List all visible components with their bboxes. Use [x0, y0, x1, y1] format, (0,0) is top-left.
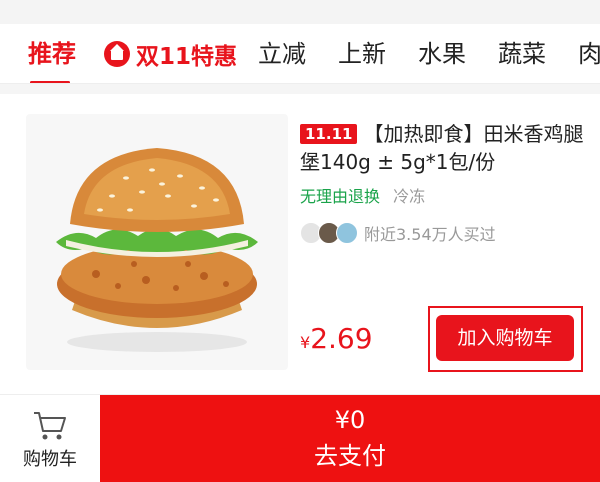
tab-discount[interactable]: 立减	[258, 40, 306, 68]
shop-icon	[104, 41, 130, 67]
category-tabs: 推荐 双11特惠 立减 上新 水果 蔬菜 肉	[0, 24, 600, 84]
price-value: 2.69	[310, 322, 373, 355]
double-eleven-badge: 11.11	[300, 124, 358, 144]
tab-vegetables[interactable]: 蔬菜	[498, 40, 546, 68]
section-divider	[0, 84, 600, 94]
order-total: ¥0	[334, 406, 366, 434]
tab-double-eleven[interactable]: 双11特惠	[104, 40, 238, 70]
tab-new[interactable]: 上新	[338, 40, 386, 68]
tab-meat[interactable]: 肉	[578, 40, 600, 68]
product-tags: 无理由退换 冷冻	[300, 186, 425, 208]
buyers-nearby-text: 附近3.54万人买过	[364, 225, 496, 244]
storage-tag: 冷冻	[393, 187, 426, 206]
product-image[interactable]	[26, 114, 288, 370]
checkout-bar: 购物车 ¥0 去支付	[0, 394, 600, 482]
tab-fruit[interactable]: 水果	[418, 40, 466, 68]
status-strip	[0, 0, 600, 24]
product-title[interactable]: 11.11 【加热即食】田米香鸡腿堡140g ± 5g*1包/份	[300, 120, 585, 176]
currency-symbol: ¥	[300, 333, 311, 352]
product-price: ¥2.69	[300, 322, 373, 355]
cart-label: 购物车	[23, 449, 77, 470]
cart-icon	[34, 412, 66, 440]
tab-double-eleven-label: 双11特惠	[136, 44, 238, 70]
product-card[interactable]: 11.11 【加热即食】田米香鸡腿堡140g ± 5g*1包/份 无理由退换 冷冻…	[0, 94, 600, 394]
return-policy-tag: 无理由退换	[300, 187, 381, 206]
pay-button[interactable]: ¥0 去支付	[100, 395, 600, 482]
cart-button[interactable]: 购物车	[0, 395, 100, 482]
pay-label: 去支付	[314, 442, 386, 470]
social-proof: 附近3.54万人买过	[300, 220, 496, 246]
buyer-avatar	[336, 222, 358, 244]
add-to-cart-button[interactable]: 加入购物车	[436, 315, 574, 361]
tab-recommended[interactable]: 推荐	[28, 40, 76, 68]
